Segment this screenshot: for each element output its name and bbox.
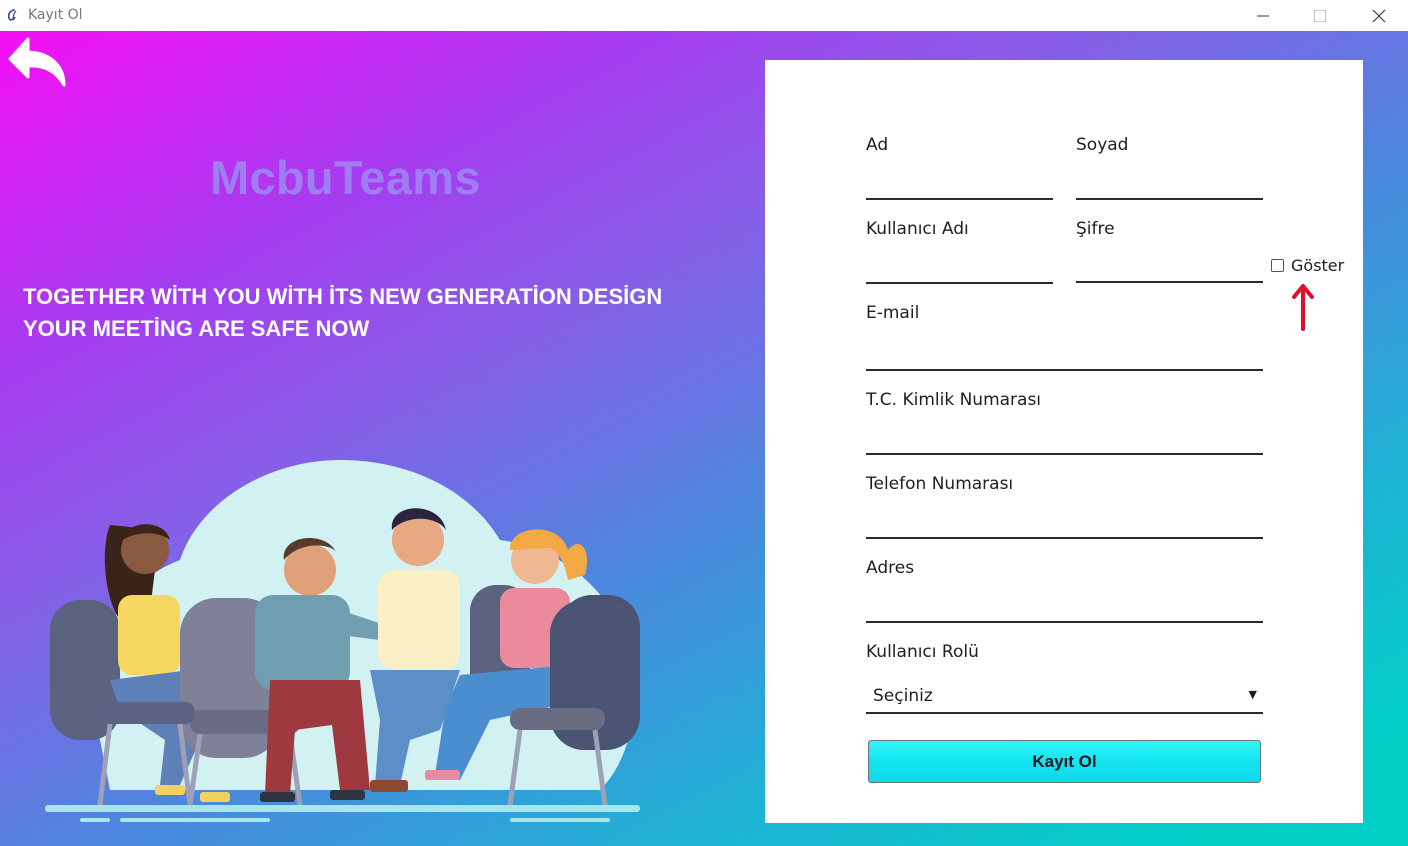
address-label: Adres bbox=[866, 558, 915, 578]
address-field[interactable] bbox=[866, 595, 1263, 623]
brand-title: McbuTeams bbox=[210, 151, 481, 204]
tagline: TOGETHER WİTH YOU WİTH İTS NEW GENERATİO… bbox=[23, 281, 743, 345]
meeting-illustration bbox=[45, 460, 640, 822]
minimize-button[interactable] bbox=[1240, 0, 1286, 31]
first-name-label: Ad bbox=[866, 135, 889, 155]
password-field[interactable] bbox=[1076, 255, 1263, 283]
phone-label: Telefon Numarası bbox=[866, 474, 1014, 494]
close-icon bbox=[1372, 9, 1386, 22]
tc-number-label: T.C. Kimlik Numarası bbox=[866, 390, 1042, 410]
show-password-toggle[interactable]: Göster bbox=[1271, 256, 1344, 275]
email-field[interactable] bbox=[866, 343, 1263, 371]
last-name-field[interactable] bbox=[1076, 172, 1263, 200]
window-titlebar: Kayıt Ol bbox=[0, 0, 1408, 31]
show-password-checkbox[interactable] bbox=[1271, 259, 1284, 272]
back-arrow-icon[interactable] bbox=[6, 35, 70, 89]
annotation-arrow-icon bbox=[1292, 284, 1314, 331]
register-button[interactable]: Kayıt Ol bbox=[868, 740, 1261, 783]
chevron-down-icon: ▼ bbox=[1248, 688, 1257, 701]
role-select-value: Seçiniz bbox=[873, 686, 933, 706]
last-name-label: Soyad bbox=[1076, 135, 1129, 155]
username-field[interactable] bbox=[866, 256, 1053, 284]
show-password-label: Göster bbox=[1291, 256, 1345, 275]
minimize-icon bbox=[1257, 15, 1269, 16]
close-button[interactable] bbox=[1356, 0, 1402, 31]
maximize-button[interactable] bbox=[1297, 0, 1343, 31]
role-label: Kullanıcı Rolü bbox=[866, 642, 979, 662]
password-label: Şifre bbox=[1076, 219, 1115, 239]
role-select[interactable]: Seçiniz ▼ bbox=[866, 680, 1263, 714]
tagline-line-2: YOUR MEETİNG ARE SAFE NOW bbox=[23, 316, 370, 341]
first-name-field[interactable] bbox=[866, 172, 1053, 200]
app-logo-icon bbox=[7, 9, 17, 21]
tagline-line-1: TOGETHER WİTH YOU WİTH İTS NEW GENERATİO… bbox=[23, 284, 663, 309]
email-label: E-mail bbox=[866, 303, 920, 323]
tc-number-field[interactable] bbox=[866, 427, 1263, 455]
phone-field[interactable] bbox=[866, 511, 1263, 539]
window-title: Kayıt Ol bbox=[28, 7, 83, 23]
maximize-icon bbox=[1314, 9, 1326, 22]
username-label: Kullanıcı Adı bbox=[866, 219, 969, 239]
